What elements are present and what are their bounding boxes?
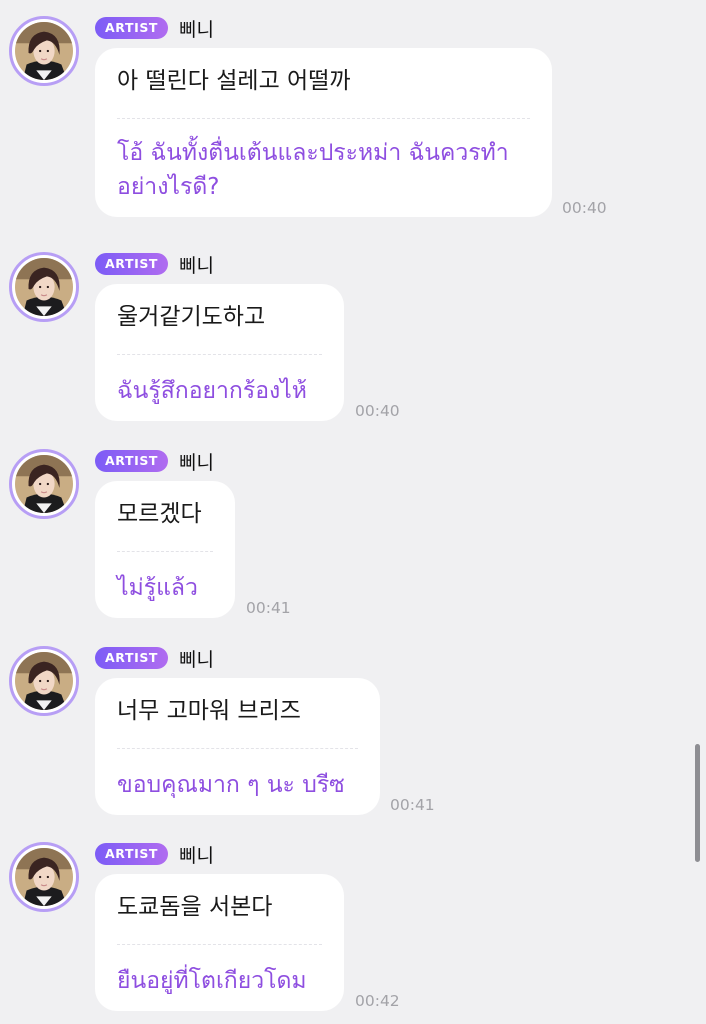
chat-message: ARTIST 삐니 모르겠다 ไม่รู้แล้ว 00:41	[0, 433, 706, 629]
sender-name: 삐니	[179, 254, 215, 277]
message-bubble[interactable]: 울거같기도하고 ฉันรู้สึกอยากร้องไห้	[95, 284, 344, 421]
sender-row: ARTIST 삐니	[95, 647, 215, 671]
chat-message: ARTIST 삐니 울거같기도하고 ฉันรู้สึกอยากร้องไห้ 0…	[0, 236, 706, 432]
message-time: 00:40	[355, 402, 400, 420]
sender-row: ARTIST 삐니	[95, 253, 215, 277]
original-text: 아 떨린다 설레고 어떨까	[117, 68, 351, 94]
artist-avatar[interactable]	[9, 842, 79, 912]
artist-avatar[interactable]	[9, 16, 79, 86]
artist-photo-icon	[15, 652, 73, 710]
translated-text: โอ้ ฉันทั้งตื่นเต้นและประหม่า ฉันควรทำอย…	[117, 140, 509, 200]
artist-badge: ARTIST	[95, 253, 169, 275]
artist-badge: ARTIST	[95, 17, 169, 39]
artist-photo-icon	[15, 848, 73, 906]
artist-badge: ARTIST	[95, 843, 169, 865]
chat-message: ARTIST 삐니 도쿄돔을 서본다 ยืนอยู่ที่โตเกียวโดม …	[0, 826, 706, 1024]
artist-badge: ARTIST	[95, 450, 169, 472]
artist-avatar[interactable]	[9, 252, 79, 322]
artist-photo-icon	[15, 455, 73, 513]
sender-name: 삐니	[179, 844, 215, 867]
sender-row: ARTIST 삐니	[95, 450, 215, 474]
sender-row: ARTIST 삐니	[95, 17, 215, 41]
message-bubble[interactable]: 도쿄돔을 서본다 ยืนอยู่ที่โตเกียวโดม	[95, 874, 344, 1011]
translated-text: ไม่รู้แล้ว	[117, 575, 198, 601]
translated-text: ยืนอยู่ที่โตเกียวโดม	[117, 968, 307, 994]
message-bubble[interactable]: 아 떨린다 설레고 어떨까 โอ้ ฉันทั้งตื่นเต้นและประห…	[95, 48, 552, 217]
chat-message: ARTIST 삐니 너무 고마워 브리즈 ขอบคุณมาก ๆ นะ บรีซ…	[0, 630, 706, 826]
artist-badge: ARTIST	[95, 647, 169, 669]
artist-photo-icon	[15, 258, 73, 316]
artist-photo-icon	[15, 22, 73, 80]
translated-text: ขอบคุณมาก ๆ นะ บรีซ	[117, 772, 345, 798]
artist-avatar[interactable]	[9, 449, 79, 519]
message-time: 00:42	[355, 992, 400, 1010]
message-time: 00:41	[390, 796, 435, 814]
original-text: 울거같기도하고	[117, 304, 266, 330]
original-text: 도쿄돔을 서본다	[117, 894, 273, 920]
message-time: 00:40	[562, 199, 607, 217]
message-bubble[interactable]: 모르겠다 ไม่รู้แล้ว	[95, 481, 235, 618]
sender-row: ARTIST 삐니	[95, 843, 215, 867]
sender-name: 삐니	[179, 18, 215, 41]
artist-avatar[interactable]	[9, 646, 79, 716]
message-time: 00:41	[246, 599, 291, 617]
original-text: 모르겠다	[117, 501, 202, 527]
chat-feed[interactable]: ARTIST 삐니 아 떨린다 설레고 어떨까 โอ้ ฉันทั้งตื่นเ…	[0, 0, 706, 1024]
sender-name: 삐니	[179, 648, 215, 671]
original-text: 너무 고마워 브리즈	[117, 698, 301, 724]
chat-message: ARTIST 삐니 아 떨린다 설레고 어떨까 โอ้ ฉันทั้งตื่นเ…	[0, 0, 706, 230]
translated-text: ฉันรู้สึกอยากร้องไห้	[117, 378, 307, 404]
message-bubble[interactable]: 너무 고마워 브리즈 ขอบคุณมาก ๆ นะ บรีซ	[95, 678, 380, 815]
vertical-scrollbar[interactable]	[695, 744, 700, 862]
sender-name: 삐니	[179, 451, 215, 474]
